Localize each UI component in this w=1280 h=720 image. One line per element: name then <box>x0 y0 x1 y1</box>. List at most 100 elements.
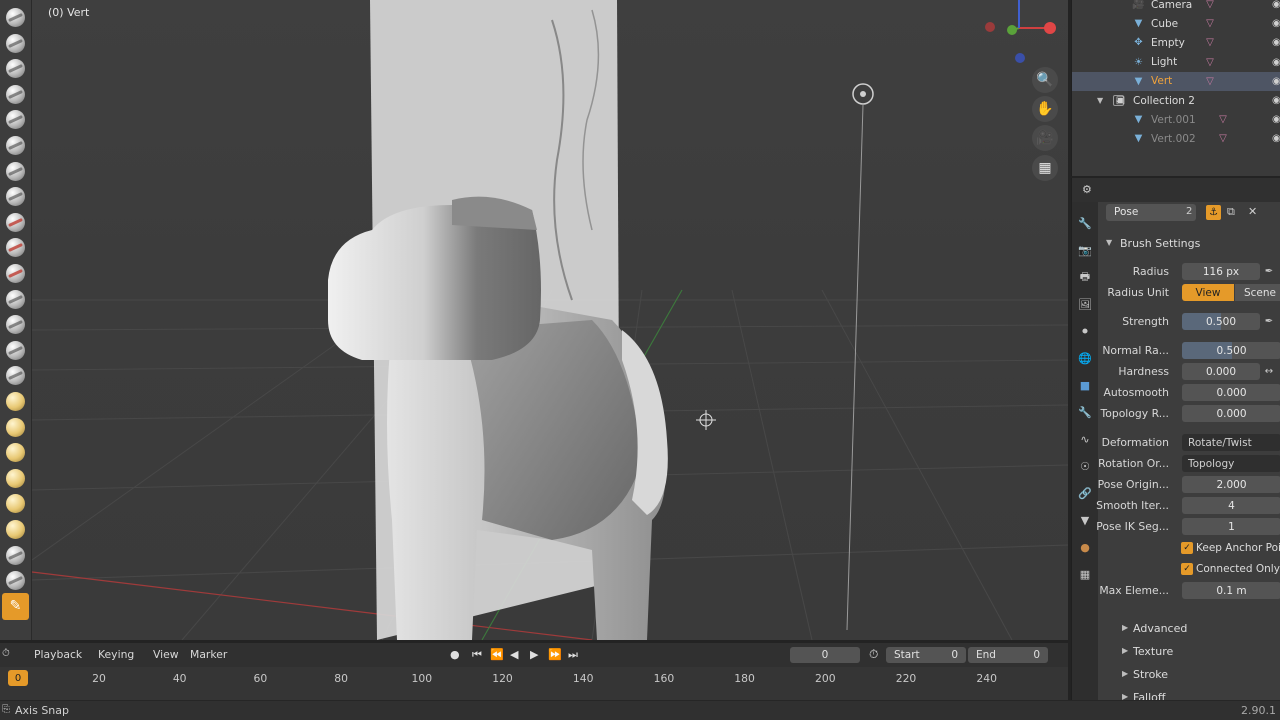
record-icon[interactable]: ● <box>450 648 460 661</box>
eyedropper-icon[interactable]: ✒ <box>1262 264 1276 278</box>
outliner-item[interactable]: ▼ Vert.002 ▽ ◉ <box>1072 129 1280 148</box>
material-icon[interactable]: ● <box>1077 539 1093 555</box>
tool-thumb-icon[interactable] <box>2 465 29 492</box>
tool-pose-icon[interactable] <box>2 490 29 517</box>
playback-menu[interactable]: Playback <box>34 648 82 661</box>
3d-viewport[interactable]: (0) Vert 🔍 ✋ 🎥 ▦ <box>32 0 1068 640</box>
keep-anchor-point-checkbox[interactable]: ✓ <box>1181 542 1193 554</box>
tool-grab-icon[interactable] <box>2 388 29 415</box>
view-layer-icon[interactable]: 🖼 <box>1077 296 1093 312</box>
prev-keyframe-icon[interactable]: ⏪ <box>490 648 504 661</box>
visibility-eye-icon[interactable]: ◉ <box>1272 0 1280 10</box>
object-data-icon[interactable]: ▽ <box>1204 18 1216 30</box>
object-data-icon[interactable]: ▽ <box>1204 0 1216 11</box>
tool-snake-hook-icon[interactable] <box>2 439 29 466</box>
camera-icon[interactable]: 🎥 <box>1032 125 1058 151</box>
tool-layer-icon[interactable] <box>2 132 29 159</box>
outliner-item[interactable]: ✥ Empty ▽ ◉ <box>1072 33 1280 52</box>
jump-end-icon[interactable]: ⏭ <box>568 648 578 662</box>
keep-anchor-point-row[interactable]: ✓ Keep Anchor Point <box>1098 540 1280 558</box>
tool-clay-strips-icon[interactable] <box>2 81 29 108</box>
connected-only-checkbox[interactable]: ✓ <box>1181 563 1193 575</box>
duplicate-icon[interactable]: ⧉ <box>1227 205 1235 219</box>
tool-slide-relax-icon[interactable] <box>2 567 29 594</box>
visibility-eye-icon[interactable]: ◉ <box>1272 133 1280 144</box>
tool-rotate-icon[interactable] <box>2 542 29 569</box>
modifier-icon[interactable]: 🔧 <box>1077 404 1093 420</box>
object-data-icon[interactable]: ▽ <box>1217 114 1229 126</box>
object-data-icon[interactable]: ▽ <box>1204 75 1216 87</box>
pose-origin-offset-field[interactable]: 2.000 <box>1182 476 1280 493</box>
topology-rake-field[interactable]: 0.000 <box>1182 405 1280 422</box>
radius-field[interactable]: 116 px <box>1182 263 1260 280</box>
tool-blob-icon[interactable] <box>2 183 29 210</box>
outliner-item[interactable]: 🎥 Camera ▽ ◉ <box>1072 0 1280 14</box>
object-icon[interactable]: ■ <box>1077 377 1093 393</box>
editor-type-icon[interactable]: ⚙ <box>1082 183 1096 197</box>
world-icon[interactable]: 🌐 <box>1077 350 1093 366</box>
tool-icon[interactable]: 🔧 <box>1077 215 1093 231</box>
outliner-item[interactable]: ▼ ✓ ▣ Collection 2 ◉ <box>1072 91 1280 110</box>
max-element-distance-field[interactable]: 0.1 m <box>1182 582 1280 599</box>
invert-arrows-icon[interactable]: ↔ <box>1262 364 1276 378</box>
tool-draw-sharp-icon[interactable] <box>2 30 29 57</box>
panel-falloff[interactable]: ▶ Falloff <box>1098 688 1280 700</box>
scene-icon[interactable]: ⚫ <box>1077 323 1093 339</box>
play-icon[interactable]: ▶ <box>530 648 538 661</box>
visibility-eye-icon[interactable]: ◉ <box>1272 76 1280 87</box>
close-icon[interactable]: ✕ <box>1248 205 1257 218</box>
visibility-eye-icon[interactable]: ◉ <box>1272 37 1280 48</box>
fake-user-shield-icon[interactable]: ⚓ <box>1206 205 1221 220</box>
visibility-eye-icon[interactable]: ◉ <box>1272 95 1280 106</box>
visibility-eye-icon[interactable]: ◉ <box>1272 18 1280 29</box>
visibility-eye-icon[interactable]: ◉ <box>1272 114 1280 125</box>
tool-fill-icon[interactable] <box>2 286 29 313</box>
jump-start-icon[interactable]: ⏮ <box>472 648 482 662</box>
particles-icon[interactable]: ∿ <box>1077 431 1093 447</box>
eyedropper-icon[interactable]: ✒ <box>1262 314 1276 328</box>
collapse-triangle-icon[interactable]: ▼ <box>1097 96 1103 105</box>
outliner-item[interactable]: ▼ Vert.001 ▽ ◉ <box>1072 110 1280 129</box>
radius-unit-scene-button[interactable]: Scene <box>1235 284 1280 301</box>
play-reverse-icon[interactable]: ◀ <box>510 648 518 661</box>
panel-stroke[interactable]: ▶ Stroke <box>1098 665 1280 685</box>
tool-clay-thumb-icon[interactable] <box>2 106 29 133</box>
outliner[interactable]: 🎥 Camera ▽ ◉ ▼ Cube ▽ ◉ ✥ Empty ▽ ◉ ☀ Light ▽ ◉ ▼ Vert ▽ ◉ ▼… <box>1071 0 1280 176</box>
constraints-icon[interactable]: 🔗 <box>1077 485 1093 501</box>
outliner-item[interactable]: ▼ Cube ▽ ◉ <box>1072 14 1280 33</box>
tool-nudge-icon[interactable] <box>2 516 29 543</box>
smooth-iterations-field[interactable]: 4 <box>1182 497 1280 514</box>
tool-clay-icon[interactable] <box>2 55 29 82</box>
tool-flatten-icon[interactable] <box>2 260 29 287</box>
tool-draw-icon[interactable] <box>2 4 29 31</box>
texture-icon[interactable]: ▦ <box>1077 566 1093 582</box>
tool-multiplane-scrape-icon[interactable] <box>2 337 29 364</box>
keying-menu[interactable]: Keying <box>98 648 134 661</box>
timeline-body[interactable]: 0 20 40 60 80 100 120 140 160 180 200 220 240 <box>0 667 1068 700</box>
editor-type-icon[interactable]: ⏱ <box>2 648 10 659</box>
end-frame-field[interactable]: End 0 <box>968 647 1048 663</box>
view-menu[interactable]: View <box>153 648 179 661</box>
tool-inflate-icon[interactable] <box>2 158 29 185</box>
output-icon[interactable]: 🖶 <box>1077 269 1093 285</box>
tool-annotate-icon[interactable]: ✎ <box>2 592 29 620</box>
rotation-origins-dropdown[interactable]: Topology <box>1182 455 1280 472</box>
hand-icon[interactable]: ✋ <box>1032 96 1058 122</box>
current-frame-field[interactable]: 0 <box>790 647 860 663</box>
data-icon[interactable]: ▼ <box>1077 512 1093 528</box>
visibility-eye-icon[interactable]: ◉ <box>1272 57 1280 68</box>
pose-ik-segments-field[interactable]: 1 <box>1182 518 1280 535</box>
normal-radius-field[interactable]: 0.500 <box>1182 342 1280 359</box>
tool-smooth-icon[interactable] <box>2 234 29 261</box>
tool-elastic-deform-icon[interactable] <box>2 414 29 441</box>
strength-field[interactable]: 0.500 <box>1182 313 1260 330</box>
physics-icon[interactable]: ☉ <box>1077 458 1093 474</box>
deformation-dropdown[interactable]: Rotate/Twist <box>1182 434 1280 451</box>
tool-scrape-icon[interactable] <box>2 311 29 338</box>
panel-texture[interactable]: ▶ Texture <box>1098 642 1280 662</box>
playhead[interactable]: 0 <box>8 670 28 686</box>
object-data-icon[interactable]: ▽ <box>1204 56 1216 68</box>
zoom-icon[interactable]: 🔍 <box>1032 67 1058 93</box>
tool-pinch-icon[interactable] <box>2 362 29 389</box>
connected-only-row[interactable]: ✓ Connected Only <box>1098 561 1280 579</box>
